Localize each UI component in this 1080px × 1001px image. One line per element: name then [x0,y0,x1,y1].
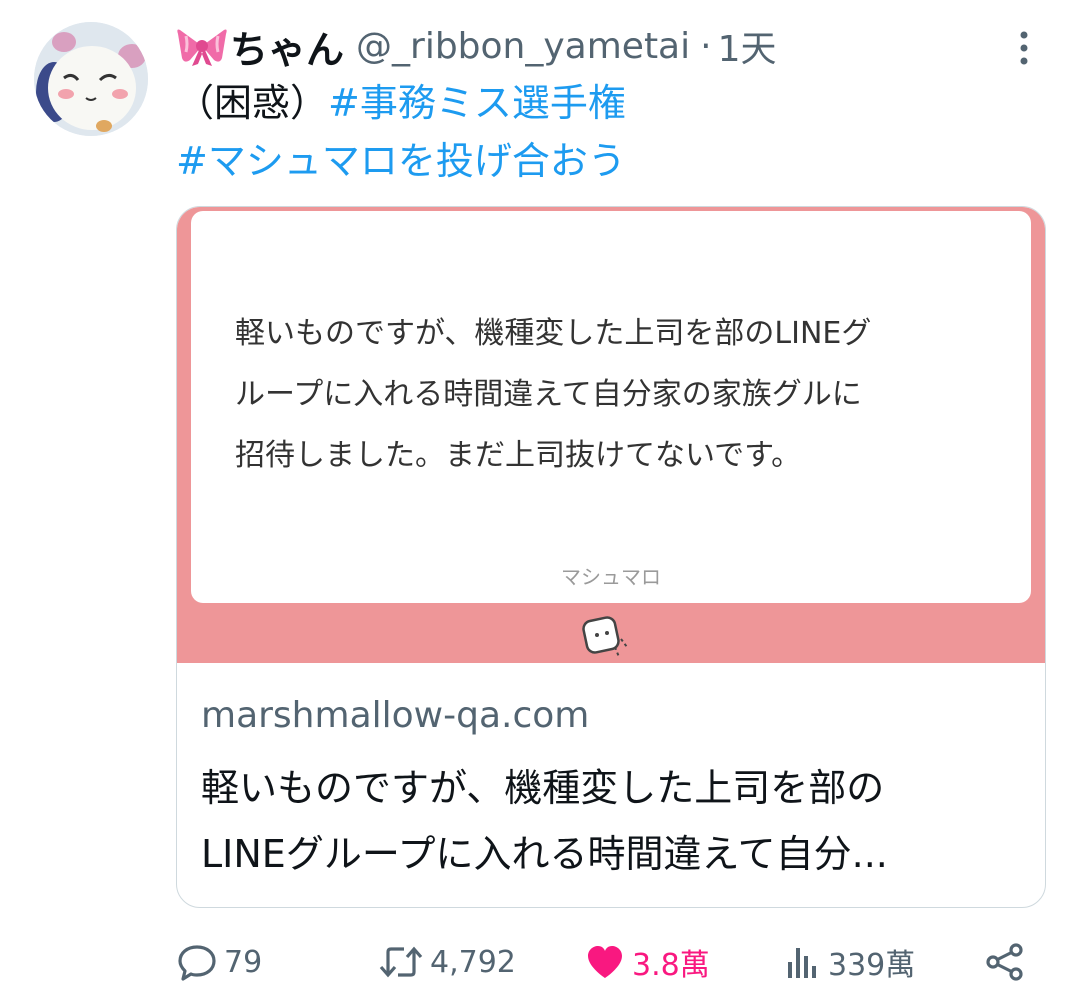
link-card[interactable]: 軽いものですが、機種変した上司を部のLINEグ ループに入れる時間違えて自分家の… [176,206,1046,908]
retweet-count: 4,792 [430,944,516,980]
heart-icon [584,942,626,982]
reply-button[interactable]: 79 [176,930,262,994]
card-image[interactable]: 軽いものですが、機種変した上司を部のLINEグ ループに入れる時間違えて自分家の… [177,207,1045,663]
marshmallow-icon [577,609,641,665]
more-icon[interactable] [1012,28,1036,68]
separator-dot: · [700,25,712,67]
views-count: 339萬 [828,948,916,983]
tweet-text: （困惑）#事務ミス選手権 #マシュマロを投げ合おう [176,74,626,190]
timestamp[interactable]: 1天 [718,20,777,72]
tweet-body-text: （困惑） [176,81,329,125]
action-bar: 79 4,792 3.8萬 339萬 [0,930,1080,994]
views-icon [784,942,822,982]
like-button[interactable]: 3.8萬 [584,930,710,994]
question-panel: 軽いものですが、機種変した上司を部のLINEグ ループに入れる時間違えて自分家の… [191,211,1031,603]
question-text: 軽いものですが、機種変した上司を部のLINEグ ループに入れる時間違えて自分家の… [235,316,872,473]
like-count: 3.8萬 [632,948,710,983]
display-name[interactable]: ちゃん [230,19,344,74]
ribbon-icon [176,24,228,68]
reply-icon [176,942,218,982]
hashtag-link[interactable]: #事務ミス選手権 [328,81,626,125]
share-button[interactable] [984,930,1026,994]
hashtag-link[interactable]: #マシュマロを投げ合おう [176,139,626,183]
share-icon [984,942,1026,982]
retweet-button[interactable]: 4,792 [378,930,516,994]
user-handle[interactable]: @_ribbon_yametai [356,26,690,67]
views-button[interactable]: 339萬 [784,930,915,994]
brand-label: マシュマロ [561,565,661,589]
tweet-header: ちゃん @_ribbon_yametai · 1天 [176,18,776,74]
retweet-icon [378,942,424,982]
card-domain[interactable]: marshmallow-qa.com [201,695,589,736]
reply-count: 79 [224,944,263,980]
avatar[interactable] [34,22,148,136]
card-title[interactable]: 軽いものですが、機種変した上司を部の LINEグループに入れる時間違えて自分..… [201,755,1011,887]
